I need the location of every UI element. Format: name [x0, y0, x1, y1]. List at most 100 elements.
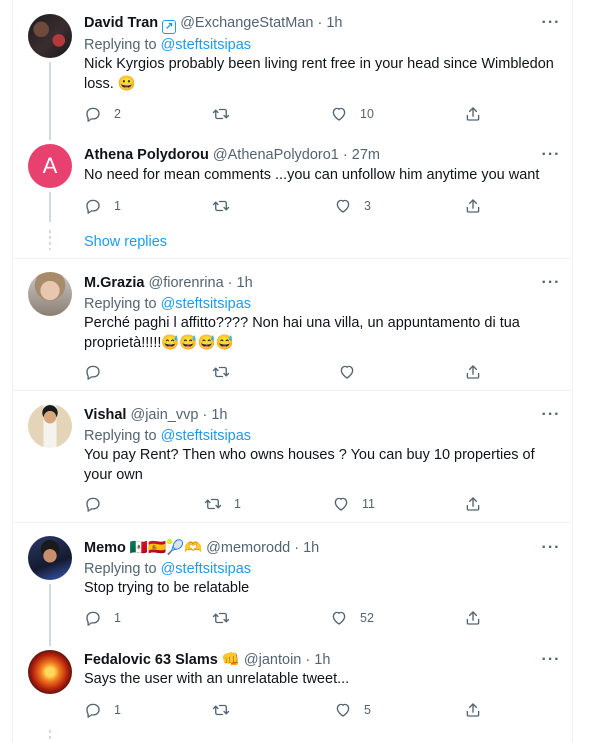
replying-to-label: Replying to [84, 37, 161, 53]
share-button[interactable] [464, 196, 482, 216]
replying-to-label: Replying to [84, 561, 161, 577]
like-count: 52 [360, 611, 374, 625]
share-icon [466, 199, 480, 213]
handle[interactable]: @jantoin [244, 652, 301, 668]
more-options-icon[interactable]: ··· [541, 275, 561, 296]
display-name[interactable]: Vishal [84, 407, 126, 423]
reply-icon [86, 611, 100, 626]
tweet-text: You pay Rent? Then who owns houses ? You… [84, 447, 535, 483]
reply-icon [86, 365, 100, 380]
replying-to: Replying to @steftsitsipas [84, 427, 251, 445]
reply-count: 1 [114, 703, 121, 717]
like-button[interactable]: 5 [334, 700, 371, 720]
tweet-text: Says the user with an unrelatable tweet.… [84, 671, 350, 687]
separator: · [202, 407, 208, 423]
retweet-button[interactable] [212, 700, 242, 720]
share-button[interactable] [464, 362, 482, 382]
timestamp[interactable]: 1h [326, 15, 342, 31]
reply-button[interactable]: 2 [84, 104, 121, 124]
avatar[interactable] [28, 404, 72, 448]
share-icon [466, 365, 480, 379]
heart-icon [340, 365, 354, 379]
reply-count: 1 [114, 199, 121, 213]
share-button[interactable] [464, 104, 482, 124]
heart-icon [336, 703, 350, 717]
timestamp[interactable]: 1h [303, 540, 319, 556]
like-button[interactable]: 11 [332, 494, 375, 514]
retweet-icon [212, 704, 230, 716]
avatar[interactable] [28, 650, 72, 694]
like-button[interactable]: 10 [330, 104, 374, 124]
replying-to: Replying to @steftsitsipas [84, 560, 251, 578]
more-options-icon[interactable]: ··· [541, 540, 561, 561]
reply-button[interactable]: 1 [84, 700, 121, 720]
share-icon [466, 497, 480, 511]
timestamp[interactable]: 1h [237, 275, 253, 291]
tweet-header: Vishal @jain_vvp · 1h [84, 406, 227, 424]
replying-to-handle[interactable]: @steftsitsipas [161, 428, 251, 444]
divider [12, 390, 573, 391]
more-options-icon[interactable]: ··· [541, 15, 561, 36]
handle[interactable]: @fiorenrina [148, 275, 223, 291]
handle[interactable]: @ExchangeStatMan [180, 15, 313, 31]
display-name[interactable]: David Tran [84, 15, 158, 31]
like-count: 3 [364, 199, 371, 213]
display-name[interactable]: Fedalovic 63 Slams 👊 [84, 652, 240, 668]
like-count: 11 [362, 497, 375, 511]
link-arrow-icon: ↗ [162, 20, 177, 34]
replying-to-handle[interactable]: @steftsitsipas [161, 37, 251, 53]
avatar[interactable] [28, 272, 72, 316]
handle[interactable]: @AthenaPolydoro1 [213, 147, 339, 163]
handle[interactable]: @memorodd [206, 540, 290, 556]
retweet-icon [212, 200, 230, 212]
retweet-button[interactable] [212, 104, 242, 124]
share-button[interactable] [464, 494, 482, 514]
reply-button[interactable]: 1 [84, 196, 121, 216]
share-button[interactable] [464, 608, 482, 628]
heart-icon [334, 497, 348, 511]
retweet-count: 1 [234, 497, 241, 511]
display-name[interactable]: Memo 🇲🇽🇪🇸🎾🫶 [84, 540, 202, 556]
thread-line [49, 62, 51, 140]
timestamp[interactable]: 1h [314, 652, 330, 668]
retweet-button[interactable] [212, 362, 242, 382]
tweet-actions: 1 52 [84, 608, 484, 628]
heart-icon [336, 199, 350, 213]
share-button[interactable] [464, 700, 482, 720]
more-options-icon[interactable]: ··· [541, 407, 561, 428]
avatar[interactable] [28, 536, 72, 580]
tweet-actions: 1 5 [84, 700, 484, 720]
reply-icon [86, 107, 100, 122]
display-name[interactable]: Athena Polydorou [84, 147, 209, 163]
divider [12, 522, 573, 523]
replying-to-handle[interactable]: @steftsitsipas [161, 296, 251, 312]
reply-button[interactable]: 1 [84, 608, 121, 628]
separator: · [342, 147, 348, 163]
like-button[interactable]: 3 [334, 196, 371, 216]
avatar[interactable]: A [28, 144, 72, 188]
thread-dotted-line [49, 230, 51, 250]
tweet-text: Nick Kyrgios probably been living rent f… [84, 56, 554, 92]
tweet-actions: 1 3 [84, 196, 484, 216]
display-name[interactable]: M.Grazia [84, 275, 144, 291]
handle[interactable]: @jain_vvp [130, 407, 198, 423]
retweet-button[interactable] [212, 608, 242, 628]
retweet-icon [212, 108, 230, 120]
share-icon [466, 107, 480, 121]
replying-to-label: Replying to [84, 428, 161, 444]
separator: · [317, 15, 323, 31]
reply-button[interactable] [84, 362, 114, 382]
replying-to-handle[interactable]: @steftsitsipas [161, 561, 251, 577]
like-button[interactable] [338, 362, 368, 382]
tweet-header: Memo 🇲🇽🇪🇸🎾🫶 @memorodd · 1h [84, 539, 319, 557]
replying-to: Replying to @steftsitsipas [84, 36, 251, 54]
retweet-button[interactable] [212, 196, 242, 216]
timestamp[interactable]: 1h [211, 407, 227, 423]
reply-button[interactable] [84, 494, 114, 514]
avatar[interactable] [28, 14, 72, 58]
thread-line [49, 584, 51, 646]
retweet-button[interactable]: 1 [204, 494, 241, 514]
show-replies-link[interactable]: Show replies [84, 234, 167, 250]
timestamp[interactable]: 27m [352, 147, 380, 163]
like-button[interactable]: 52 [330, 608, 374, 628]
